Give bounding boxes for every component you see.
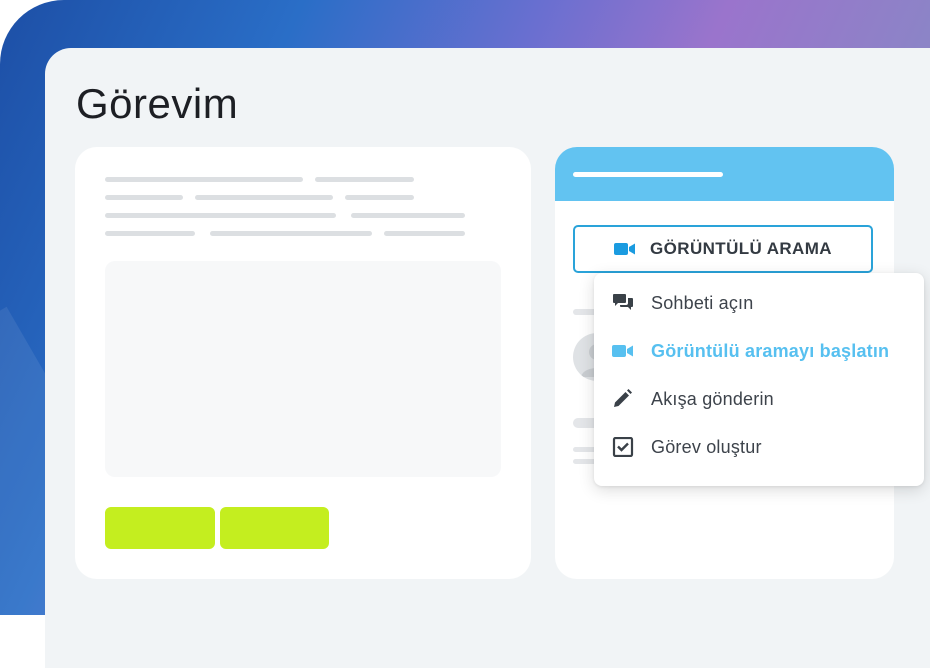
content-placeholder-box — [105, 261, 501, 477]
menu-item-label: Sohbeti açın — [651, 292, 754, 313]
menu-item-label: Görüntülü aramayı başlatın — [651, 340, 890, 361]
page-title: Görevim — [76, 80, 239, 127]
video-call-label: GÖRÜNTÜLÜ ARAMA — [650, 239, 832, 258]
video-call-button[interactable]: GÖRÜNTÜLÜ ARAMA — [573, 225, 873, 273]
card-header — [555, 147, 894, 201]
task-checkbox-icon — [612, 437, 634, 457]
menu-item-start-video-call[interactable]: Görüntülü aramayı başlatın — [594, 327, 924, 375]
header-placeholder-line — [573, 172, 723, 177]
menu-item-open-chat[interactable]: Sohbeti açın — [594, 279, 924, 327]
text-placeholder-line — [315, 177, 414, 182]
menu-item-label: Akışa gönderin — [651, 388, 774, 409]
menu-item-post-to-feed[interactable]: Akışa gönderin — [594, 375, 924, 423]
task-card — [75, 147, 531, 579]
text-placeholder-line — [345, 195, 414, 200]
text-placeholder-line — [351, 213, 465, 218]
secondary-action-button[interactable] — [220, 507, 329, 549]
video-camera-icon — [614, 243, 636, 255]
text-placeholder-line — [210, 231, 372, 236]
video-call-dropdown-menu: Sohbeti açın Görüntülü aramayı başlatın … — [594, 273, 924, 486]
chat-bubbles-icon — [613, 294, 633, 310]
text-placeholder-line — [105, 195, 183, 200]
text-placeholder-line — [195, 195, 333, 200]
text-placeholder-line — [105, 177, 303, 182]
primary-action-button[interactable] — [105, 507, 215, 549]
text-placeholder-line — [105, 213, 336, 218]
video-camera-icon — [612, 345, 633, 357]
text-placeholder-line — [384, 231, 465, 236]
pencil-icon — [614, 389, 632, 407]
menu-item-label: Görev oluştur — [651, 436, 762, 457]
text-placeholder-line — [105, 231, 195, 236]
menu-item-create-task[interactable]: Görev oluştur — [594, 423, 924, 471]
